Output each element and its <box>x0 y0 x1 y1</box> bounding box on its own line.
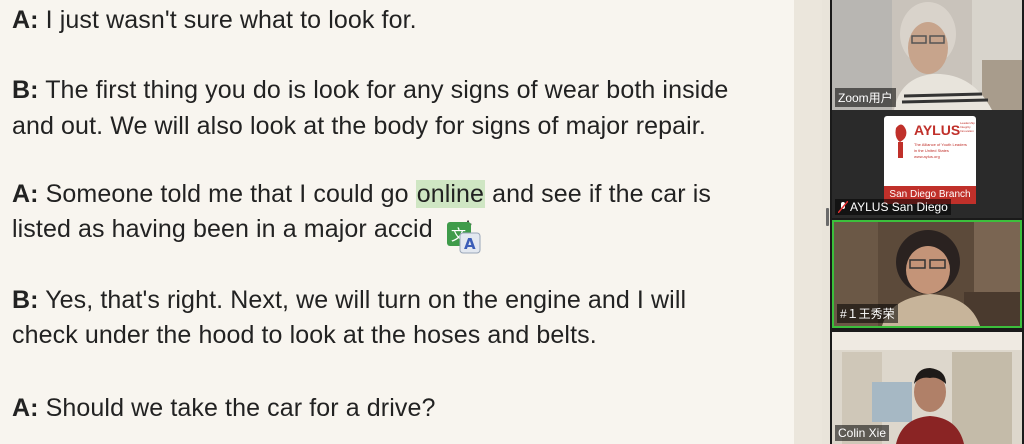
transcript-line: A: Someone told me that I could go onlin… <box>12 180 711 209</box>
participant-name: #１王秀荣 <box>837 304 898 323</box>
svg-text:A: A <box>464 235 476 253</box>
line-text: Someone told me that I could go <box>38 180 416 208</box>
highlighted-word[interactable]: online <box>415 180 486 208</box>
transcript-line: and out. We will also look at the body f… <box>12 112 706 141</box>
transcript-line: B: The first thing you do is look for an… <box>12 76 728 105</box>
transcript-line: check under the hood to look at the hose… <box>12 321 597 350</box>
translate-icon[interactable]: 文 A <box>447 222 481 254</box>
line-text: listed as having been in a major accid <box>12 215 433 243</box>
participant-name: Zoom用户 <box>835 88 896 107</box>
muted-mic-icon <box>838 201 848 213</box>
line-text: Should we take the car for a drive? <box>38 394 436 422</box>
aylus-logo: AYLUS Leadership Integrity Innovation Th… <box>884 116 976 204</box>
participant-name: AYLUS San Diego <box>835 199 951 215</box>
line-text: and see if the car is <box>485 180 711 208</box>
transcript-line: A: Should we take the car for a drive? <box>12 394 435 423</box>
speaker-label: A: <box>12 394 39 422</box>
video-tile-active[interactable]: #１王秀荣 <box>832 220 1022 328</box>
video-tile[interactable]: Colin Xie <box>832 332 1022 444</box>
line-text: and out. We will also look at the body f… <box>12 112 706 140</box>
speaker-label: B: <box>12 76 39 104</box>
speaker-label: A: <box>12 6 39 34</box>
speaker-label: B: <box>12 286 39 314</box>
transcript-line: A: I just wasn't sure what to look for. <box>12 6 417 35</box>
speaker-label: A: <box>12 180 39 208</box>
transcript-line: listed as having been in a major accid t. <box>12 215 479 244</box>
transcript-line: B: Yes, that's right. Next, we will turn… <box>12 286 686 315</box>
resize-handle[interactable] <box>826 208 829 226</box>
video-tile[interactable]: Zoom用户 <box>832 0 1022 110</box>
video-tile[interactable]: AYLUS Leadership Integrity Innovation Th… <box>832 110 1022 218</box>
document-area: A: I just wasn't sure what to look for. … <box>0 0 794 444</box>
line-text: check under the hood to look at the hose… <box>12 321 597 349</box>
line-text: I just wasn't sure what to look for. <box>38 6 417 34</box>
participant-name: Colin Xie <box>835 425 890 441</box>
panel-divider <box>794 0 822 444</box>
line-text: The first thing you do is look for any s… <box>38 76 729 104</box>
line-text: Yes, that's right. Next, we will turn on… <box>38 286 687 314</box>
